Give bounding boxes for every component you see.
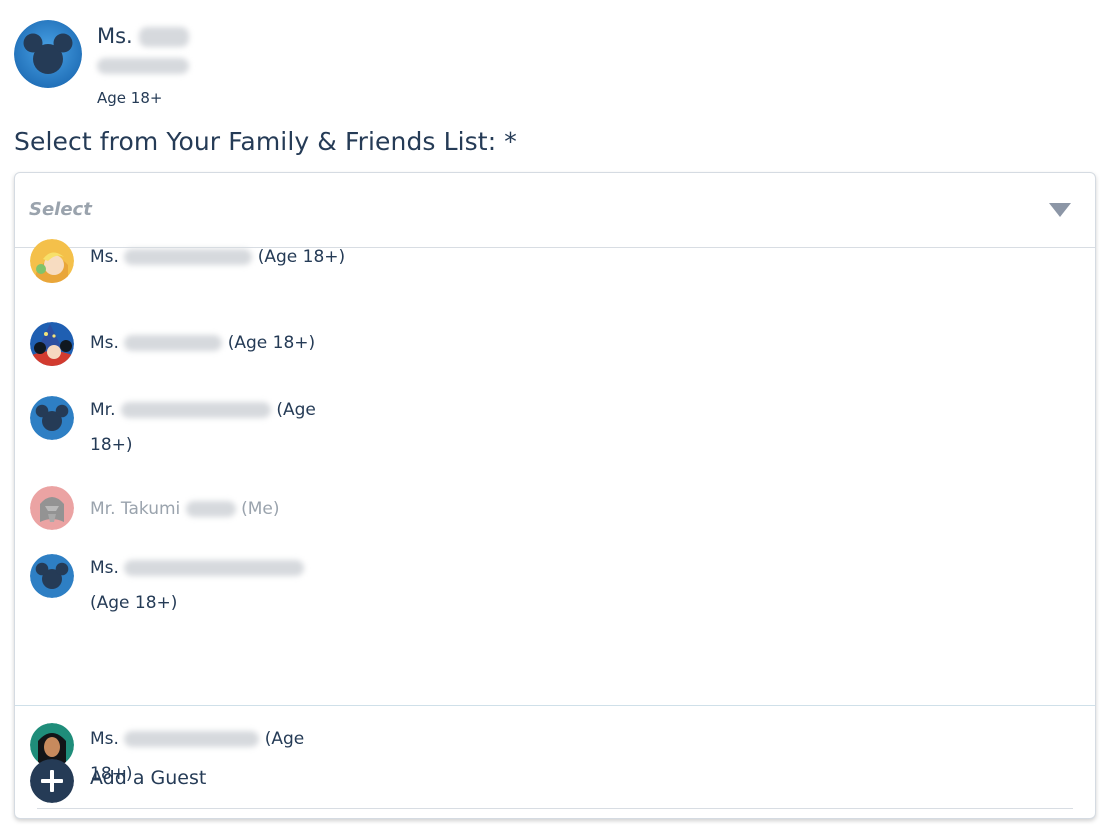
tinker-bell-icon bbox=[30, 239, 74, 283]
chevron-down-icon bbox=[1049, 203, 1071, 217]
plus-icon bbox=[30, 759, 74, 803]
add-guest-label: Add a Guest bbox=[90, 767, 207, 789]
guest-card: Ms. Age 18+ bbox=[14, 20, 414, 120]
option-label: Ms. (Age 18+) bbox=[90, 333, 316, 353]
option-label: Ms. (Age 18+) bbox=[90, 551, 305, 621]
option-item[interactable]: Ms. (Age 18+) bbox=[15, 543, 1095, 629]
guest-name: Ms. bbox=[97, 23, 189, 49]
darth-vader-icon bbox=[30, 486, 74, 530]
mickey-icon bbox=[30, 554, 74, 598]
family-friends-dropdown: Select Ms. (Age 18+) Ms. (Age 18+) Mr. (… bbox=[14, 172, 1096, 819]
select-label: Select from Your Family & Friends List: … bbox=[14, 127, 517, 156]
option-label: Ms. (Age 18+) bbox=[90, 247, 346, 267]
option-label: Mr. Takumi (Me) bbox=[90, 499, 280, 519]
add-guest-button[interactable]: Add a Guest bbox=[15, 747, 1095, 813]
sorcerer-mickey-icon bbox=[30, 322, 74, 366]
options-list: Ms. (Age 18+) Ms. (Age 18+) Mr. (Age 18+… bbox=[15, 239, 1095, 818]
select-trigger[interactable]: Select bbox=[15, 173, 1095, 248]
redacted-name bbox=[138, 27, 189, 47]
mickey-icon bbox=[14, 20, 82, 88]
option-item[interactable]: Mr. (Age 18+) bbox=[15, 387, 1095, 473]
option-item[interactable]: Ms. (Age 18+) bbox=[15, 239, 1095, 309]
mickey-icon bbox=[30, 396, 74, 440]
option-label: Mr. (Age 18+) bbox=[90, 400, 316, 455]
redacted-subline bbox=[97, 58, 189, 74]
option-item-me: Mr. Takumi (Me) bbox=[15, 473, 1095, 543]
option-item[interactable]: Ms. (Age 18+) bbox=[15, 317, 1095, 387]
guest-age: Age 18+ bbox=[97, 89, 163, 107]
select-placeholder: Select bbox=[29, 199, 92, 220]
